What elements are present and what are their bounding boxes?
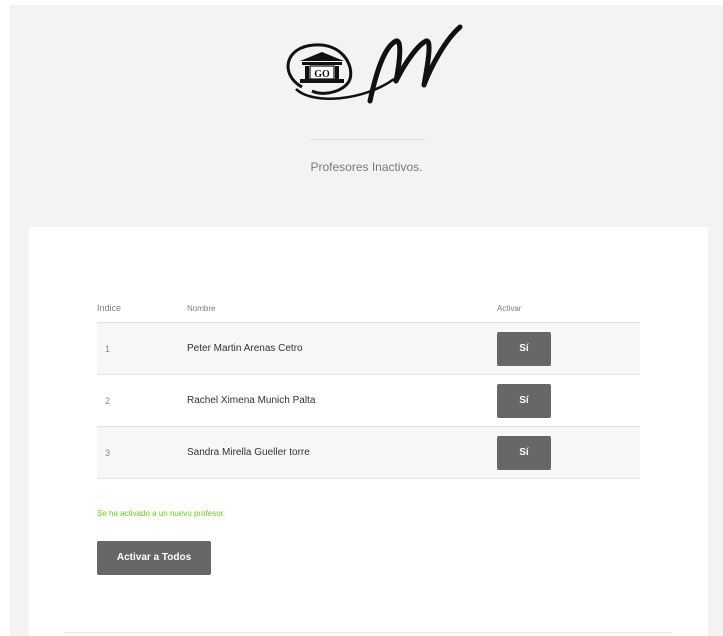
- row-index: 2: [97, 374, 187, 427]
- table-row: 1 Peter Martin Arenas Cetro Sí: [97, 322, 640, 375]
- teacher-name: Sandra Mirella Gueller torre: [187, 426, 497, 479]
- title-divider: [310, 139, 425, 140]
- table-header-row: Indice Nombre Activar: [97, 294, 640, 323]
- header-name: Nombre: [187, 294, 497, 323]
- inactive-teachers-table: Indice Nombre Activar 1 Peter Martin Are…: [97, 294, 640, 479]
- row-index: 3: [97, 426, 187, 479]
- content-card: Indice Nombre Activar 1 Peter Martin Are…: [29, 227, 708, 636]
- bottom-divider: [64, 632, 672, 633]
- teacher-name: Peter Martin Arenas Cetro: [187, 322, 497, 375]
- activate-button[interactable]: Sí: [497, 331, 551, 366]
- header-index: Indice: [97, 294, 187, 323]
- page-subtitle: Profesores Inactivos.: [310, 160, 423, 174]
- logo-badge-text: GO: [314, 69, 330, 80]
- table-row: 2 Rachel Ximena Munich Palta Sí: [97, 374, 640, 427]
- table-row: 3 Sandra Mirella Gueller torre Sí: [97, 426, 640, 479]
- row-index: 1: [97, 322, 187, 375]
- page-background: GO Profesores Inactivos. Indice Nombre A…: [10, 5, 723, 636]
- logo: GO: [272, 19, 472, 119]
- header-activate: Activar: [497, 294, 640, 323]
- teacher-name: Rachel Ximena Munich Palta: [187, 374, 497, 427]
- activate-button[interactable]: Sí: [497, 435, 551, 470]
- activate-button[interactable]: Sí: [497, 383, 551, 418]
- activate-all-button[interactable]: Activar a Todos: [97, 541, 211, 575]
- success-message: Se ha activado a un nuevo profesor.: [97, 509, 226, 518]
